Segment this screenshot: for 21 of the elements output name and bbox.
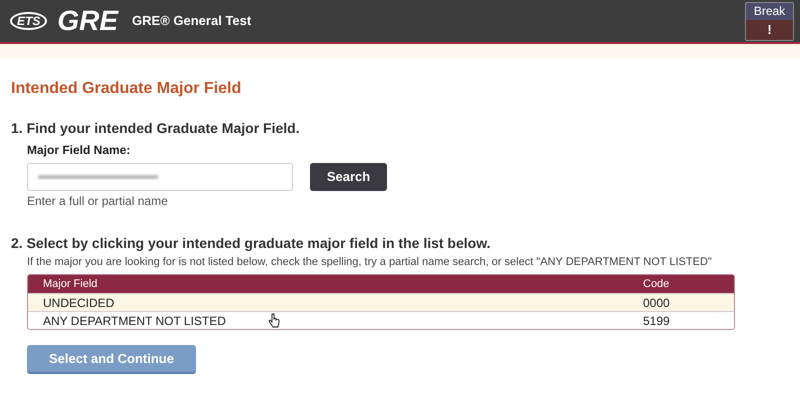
table-cell-text: 0000 — [643, 294, 670, 312]
ets-logo: ETS — [10, 12, 48, 30]
table-cell-text: UNDECIDED — [42, 294, 116, 312]
field-label: Major Field Name: — [27, 142, 132, 158]
alert-icon: ! — [746, 20, 793, 40]
step-heading: 2. Select by clicking your intended graduate major field in the list below. — [11, 234, 492, 252]
table-row[interactable]: ANY DEPARTMENT NOT LISTED 5199 — [28, 311, 734, 329]
table-cell: ANY DEPARTMENT NOT LISTED — [28, 312, 643, 329]
search-button[interactable]: Search — [310, 163, 387, 191]
hand-cursor-icon — [268, 312, 280, 328]
table-header: Major Field Code — [28, 275, 734, 293]
page-title: Intended Graduate Major Field — [11, 79, 242, 99]
gre-logo: GRE — [57, 7, 118, 35]
app-title: GRE® General Test — [132, 12, 252, 30]
table-row[interactable]: UNDECIDED 0000 — [28, 293, 734, 311]
step-heading: 1. Find your intended Graduate Major Field. — [11, 119, 301, 137]
break-button[interactable]: Break ! — [745, 2, 794, 40]
table-cell-text: 5199 — [643, 312, 670, 329]
instruction-text: If the major you are looking for is not listed below, check the spelling, try a partial name search, or select "ANY DEPARTMENT NOT LISTED" — [27, 255, 713, 269]
search-field[interactable] — [27, 163, 293, 191]
hint-text: Enter a full or partial name — [27, 193, 169, 209]
